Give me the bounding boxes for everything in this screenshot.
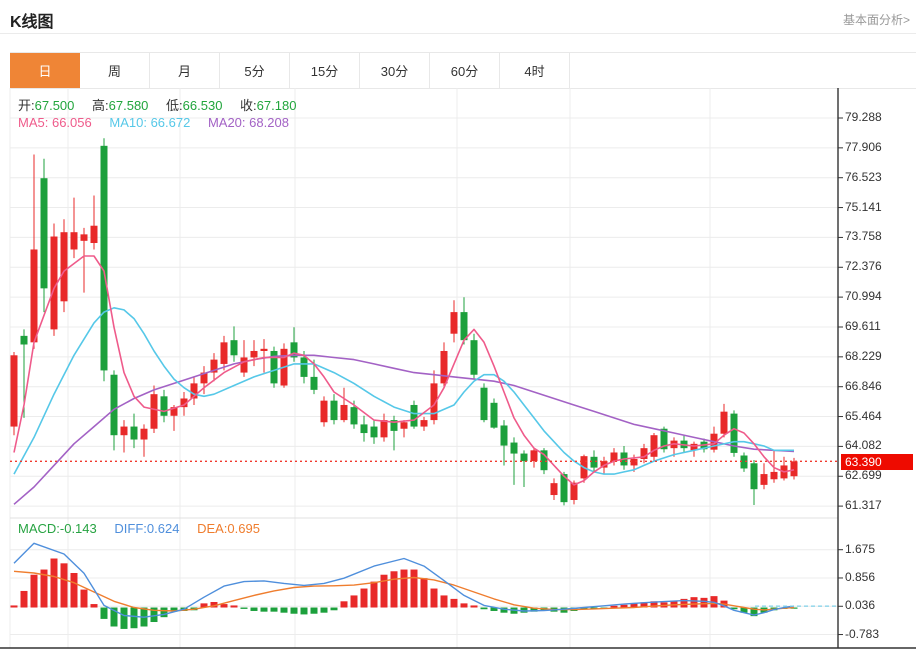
high-label: 高: — [92, 98, 109, 113]
macd-readout: MACD:-0.143 DIFF:0.624 DEA:0.695 — [18, 521, 260, 536]
dea-value: 0.695 — [227, 521, 260, 536]
y-axis-tick: 75.141 — [845, 200, 882, 214]
close-label: 收: — [240, 98, 257, 113]
diff-label: DIFF: — [114, 521, 147, 536]
kline-widget: K线图 基本面分析> 日 周 月 5分 15分 30分 60分 4时 开:67.… — [0, 0, 916, 651]
y-axis-tick: 79.288 — [845, 110, 882, 124]
ma20-value: 68.208 — [249, 115, 289, 130]
macd-value: -0.143 — [60, 521, 97, 536]
y-axis-tick: 68.229 — [845, 349, 882, 363]
candles — [11, 138, 798, 505]
high-value: 67.580 — [109, 98, 149, 113]
macd-label: MACD: — [18, 521, 60, 536]
ma-readout: MA5: 66.056 MA10: 66.672 MA20: 68.208 — [18, 115, 289, 130]
ma5-label: MA5: — [18, 115, 48, 130]
y-axis-tick: -0.783 — [845, 627, 879, 641]
y-axis-tick: 72.376 — [845, 259, 882, 273]
y-axis-tick: 66.846 — [845, 379, 882, 393]
y-axis-tick: 70.994 — [845, 289, 882, 303]
open-value: 67.500 — [35, 98, 75, 113]
y-axis-tick: 0.036 — [845, 598, 875, 612]
dea-label: DEA: — [197, 521, 227, 536]
y-axis-tick: 76.523 — [845, 170, 882, 184]
y-axis-tick: 1.675 — [845, 542, 875, 556]
y-axis-tick: 77.906 — [845, 140, 882, 154]
ohlc-readout: 开:67.500 高:67.580 低:66.530 收:67.180 — [18, 95, 296, 114]
y-axis-tick: 61.317 — [845, 498, 882, 512]
open-label: 开: — [18, 98, 35, 113]
close-value: 67.180 — [257, 98, 297, 113]
y-axis-tick: 73.758 — [845, 229, 882, 243]
diff-value: 0.624 — [147, 521, 180, 536]
ma5-value: 66.056 — [52, 115, 92, 130]
y-axis-tick: 69.611 — [845, 319, 881, 333]
y-axis-tick: 0.856 — [845, 570, 875, 584]
ma20-label: MA20: — [208, 115, 246, 130]
y-axis-tick: 62.699 — [845, 468, 882, 482]
low-label: 低: — [166, 98, 183, 113]
y-axis-tick: 65.464 — [845, 409, 882, 423]
ma10-value: 66.672 — [151, 115, 191, 130]
low-value: 66.530 — [183, 98, 223, 113]
macd-histogram — [11, 559, 798, 629]
ma10-label: MA10: — [109, 115, 147, 130]
y-axis-tick: 64.082 — [845, 438, 882, 452]
